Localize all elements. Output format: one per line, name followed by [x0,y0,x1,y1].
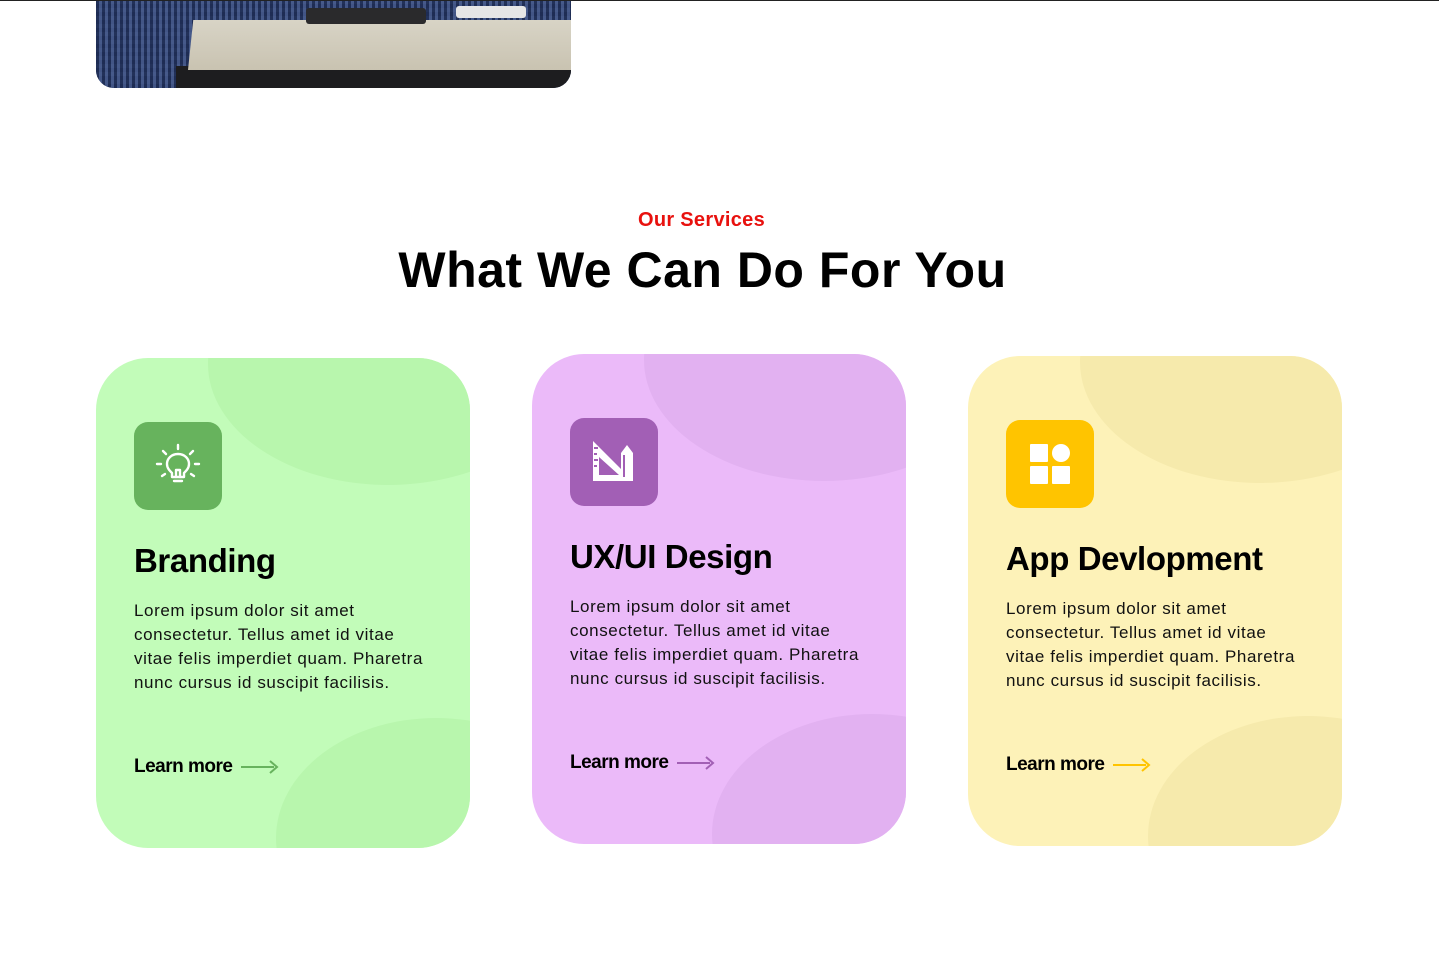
lightbulb-icon [155,443,201,483]
services-eyebrow: Our Services [637,209,765,231]
service-card-branding: Branding Lorem ipsum dolor sit amet cons… [96,358,470,848]
services-title: What We Can Do For You [398,242,1007,298]
app-icon-box [1006,420,1094,508]
hero-image [96,1,571,88]
card-decor-blob [1148,716,1342,846]
branding-icon-box [134,422,222,510]
card-decor-blob [276,718,470,848]
page: Our Services What We Can Do For You Bran… [0,0,1439,970]
card-decor-blob [208,358,470,485]
arrow-right-icon [240,759,280,775]
learn-more-link[interactable]: Learn more [1006,754,1152,776]
card-title: UX/UI Design [570,538,773,575]
learn-more-link[interactable]: Learn more [134,756,280,778]
card-description: Lorem ipsum dolor sit amet consectetur. … [1006,599,1296,690]
hero-image-device-2 [456,6,526,18]
learn-more-link[interactable]: Learn more [570,752,716,774]
card-title: App Devlopment [1006,540,1263,577]
arrow-right-icon [676,755,716,771]
card-title: Branding [134,542,276,579]
arrow-right-icon [1112,757,1152,773]
card-decor-blob [712,714,906,844]
learn-more-label: Learn more [134,756,233,777]
hero-image-device [306,8,426,24]
design-tools-icon [593,441,633,481]
hero-image-desk [188,20,571,70]
card-decor-blob [1080,356,1342,483]
apps-grid-icon [1030,444,1070,484]
uxui-icon-box [570,418,658,506]
card-description: Lorem ipsum dolor sit amet consectetur. … [570,597,860,688]
learn-more-label: Learn more [1006,754,1105,775]
card-description: Lorem ipsum dolor sit amet consectetur. … [134,601,424,692]
card-decor-blob [644,354,906,481]
learn-more-label: Learn more [570,752,669,773]
service-card-uxui: UX/UI Design Lorem ipsum dolor sit amet … [532,354,906,844]
service-card-app-development: App Devlopment Lorem ipsum dolor sit ame… [968,356,1342,846]
